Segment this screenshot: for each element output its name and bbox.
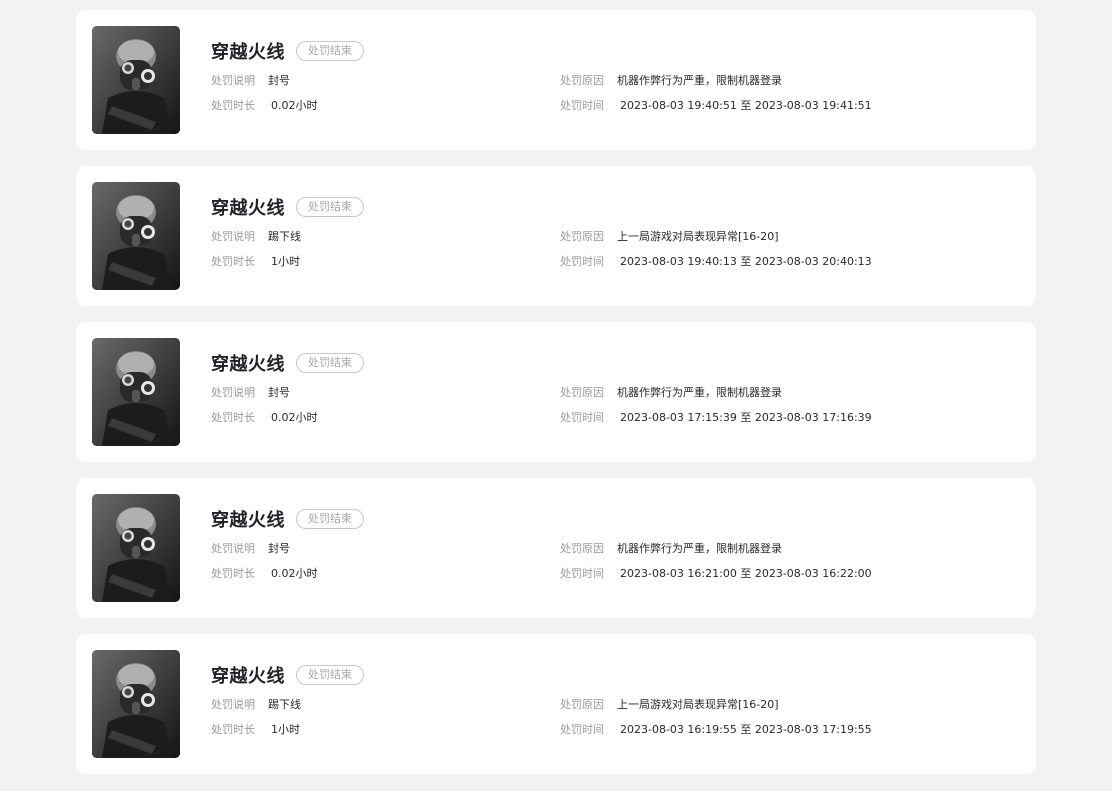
punishment-desc-label: 处罚说明 — [211, 542, 255, 555]
soldier-gas-mask-icon — [92, 338, 180, 446]
punishment-time-label: 处罚时间 — [560, 99, 604, 112]
game-cover-image — [92, 650, 180, 758]
punishment-duration-value: 0.02小时 — [271, 411, 318, 424]
soldier-gas-mask-icon — [92, 26, 180, 134]
punishment-duration-label: 处罚时长 — [211, 567, 255, 580]
game-title: 穿越火线 — [211, 354, 285, 375]
game-title: 穿越火线 — [211, 198, 285, 219]
punishment-desc: 处罚说明 封号 — [211, 74, 290, 88]
punishment-desc-value: 踢下线 — [268, 230, 301, 243]
status-badge: 处罚结束 — [296, 353, 364, 373]
record-title-row: 穿越火线 处罚结束 — [211, 508, 364, 531]
punishment-duration-value: 0.02小时 — [271, 567, 318, 580]
punishment-desc-label: 处罚说明 — [211, 698, 255, 711]
punishment-time: 处罚时间 2023-08-03 17:15:39 至 2023-08-03 17:… — [560, 411, 872, 425]
punishment-reason-value: 机器作弊行为严重，限制机器登录 — [617, 386, 782, 399]
punishment-desc-value: 封号 — [268, 542, 290, 555]
punishment-duration-label: 处罚时长 — [211, 255, 255, 268]
status-badge: 处罚结束 — [296, 665, 364, 685]
punishment-reason: 处罚原因 机器作弊行为严重，限制机器登录 — [560, 542, 782, 556]
punishment-reason: 处罚原因 机器作弊行为严重，限制机器登录 — [560, 386, 782, 400]
punishment-desc-label: 处罚说明 — [211, 386, 255, 399]
punishment-desc-value: 封号 — [268, 386, 290, 399]
punishment-duration: 处罚时长 1小时 — [211, 255, 300, 269]
punishment-reason-value: 上一局游戏对局表现异常[16-20] — [617, 230, 779, 243]
game-title: 穿越火线 — [211, 510, 285, 531]
punishment-reason-value: 机器作弊行为严重，限制机器登录 — [617, 74, 782, 87]
game-cover-image — [92, 26, 180, 134]
punishment-time-value: 2023-08-03 19:40:13 至 2023-08-03 20:40:1… — [620, 255, 872, 268]
punishment-record-card[interactable]: 穿越火线 处罚结束 处罚说明 踢下线 处罚时长 1小时 处罚原因 上一局游戏对局表现异… — [76, 634, 1036, 774]
punishment-time-value: 2023-08-03 19:40:51 至 2023-08-03 19:41:5… — [620, 99, 872, 112]
record-title-row: 穿越火线 处罚结束 — [211, 352, 364, 375]
record-title-row: 穿越火线 处罚结束 — [211, 196, 364, 219]
punishment-time-label: 处罚时间 — [560, 723, 604, 736]
punishment-reason: 处罚原因 机器作弊行为严重，限制机器登录 — [560, 74, 782, 88]
punishment-duration-label: 处罚时长 — [211, 723, 255, 736]
punishment-time-label: 处罚时间 — [560, 255, 604, 268]
punishment-desc-label: 处罚说明 — [211, 230, 255, 243]
punishment-desc: 处罚说明 封号 — [211, 542, 290, 556]
punishment-reason: 处罚原因 上一局游戏对局表现异常[16-20] — [560, 230, 779, 244]
punishment-time-label: 处罚时间 — [560, 411, 604, 424]
punishment-desc: 处罚说明 踢下线 — [211, 698, 301, 712]
punishment-time-value: 2023-08-03 16:19:55 至 2023-08-03 17:19:5… — [620, 723, 872, 736]
punishment-desc-value: 封号 — [268, 74, 290, 87]
game-cover-image — [92, 494, 180, 602]
game-cover-image — [92, 338, 180, 446]
status-badge: 处罚结束 — [296, 41, 364, 61]
punishment-reason-label: 处罚原因 — [560, 386, 604, 399]
soldier-gas-mask-icon — [92, 650, 180, 758]
punishment-duration-value: 1小时 — [271, 255, 300, 268]
punishment-duration-label: 处罚时长 — [211, 99, 255, 112]
soldier-gas-mask-icon — [92, 494, 180, 602]
game-title: 穿越火线 — [211, 666, 285, 687]
punishment-time: 处罚时间 2023-08-03 19:40:13 至 2023-08-03 20:… — [560, 255, 872, 269]
record-title-row: 穿越火线 处罚结束 — [211, 664, 364, 687]
punishment-reason-label: 处罚原因 — [560, 542, 604, 555]
punishment-desc: 处罚说明 封号 — [211, 386, 290, 400]
punishment-duration-label: 处罚时长 — [211, 411, 255, 424]
punishment-reason: 处罚原因 上一局游戏对局表现异常[16-20] — [560, 698, 779, 712]
game-cover-image — [92, 182, 180, 290]
punishment-reason-value: 上一局游戏对局表现异常[16-20] — [617, 698, 779, 711]
punishment-duration-value: 1小时 — [271, 723, 300, 736]
punishment-record-card[interactable]: 穿越火线 处罚结束 处罚说明 踢下线 处罚时长 1小时 处罚原因 上一局游戏对局表现异… — [76, 166, 1036, 306]
status-badge: 处罚结束 — [296, 509, 364, 529]
punishment-record-card[interactable]: 穿越火线 处罚结束 处罚说明 封号 处罚时长 0.02小时 处罚原因 机器作弊行为严重… — [76, 322, 1036, 462]
punishment-desc-value: 踢下线 — [268, 698, 301, 711]
punishment-time: 处罚时间 2023-08-03 16:19:55 至 2023-08-03 17:… — [560, 723, 872, 737]
punishment-duration-value: 0.02小时 — [271, 99, 318, 112]
soldier-gas-mask-icon — [92, 182, 180, 290]
punishment-desc: 处罚说明 踢下线 — [211, 230, 301, 244]
punishment-reason-label: 处罚原因 — [560, 230, 604, 243]
punishment-record-card[interactable]: 穿越火线 处罚结束 处罚说明 封号 处罚时长 0.02小时 处罚原因 机器作弊行为严重… — [76, 10, 1036, 150]
punishment-time-value: 2023-08-03 17:15:39 至 2023-08-03 17:16:3… — [620, 411, 872, 424]
punishment-desc-label: 处罚说明 — [211, 74, 255, 87]
punishment-time-label: 处罚时间 — [560, 567, 604, 580]
punishment-duration: 处罚时长 0.02小时 — [211, 567, 318, 581]
record-title-row: 穿越火线 处罚结束 — [211, 40, 364, 63]
punishment-reason-label: 处罚原因 — [560, 74, 604, 87]
punishment-record-card[interactable]: 穿越火线 处罚结束 处罚说明 封号 处罚时长 0.02小时 处罚原因 机器作弊行为严重… — [76, 478, 1036, 618]
game-title: 穿越火线 — [211, 42, 285, 63]
punishment-duration: 处罚时长 0.02小时 — [211, 99, 318, 113]
punishment-duration: 处罚时长 0.02小时 — [211, 411, 318, 425]
punishment-time: 处罚时间 2023-08-03 19:40:51 至 2023-08-03 19:… — [560, 99, 872, 113]
punishment-duration: 处罚时长 1小时 — [211, 723, 300, 737]
punishment-time-value: 2023-08-03 16:21:00 至 2023-08-03 16:22:0… — [620, 567, 872, 580]
punishment-reason-label: 处罚原因 — [560, 698, 604, 711]
punishment-reason-value: 机器作弊行为严重，限制机器登录 — [617, 542, 782, 555]
punishment-record-list: 穿越火线 处罚结束 处罚说明 封号 处罚时长 0.02小时 处罚原因 机器作弊行为严重… — [76, 10, 1036, 790]
status-badge: 处罚结束 — [296, 197, 364, 217]
punishment-time: 处罚时间 2023-08-03 16:21:00 至 2023-08-03 16:… — [560, 567, 872, 581]
